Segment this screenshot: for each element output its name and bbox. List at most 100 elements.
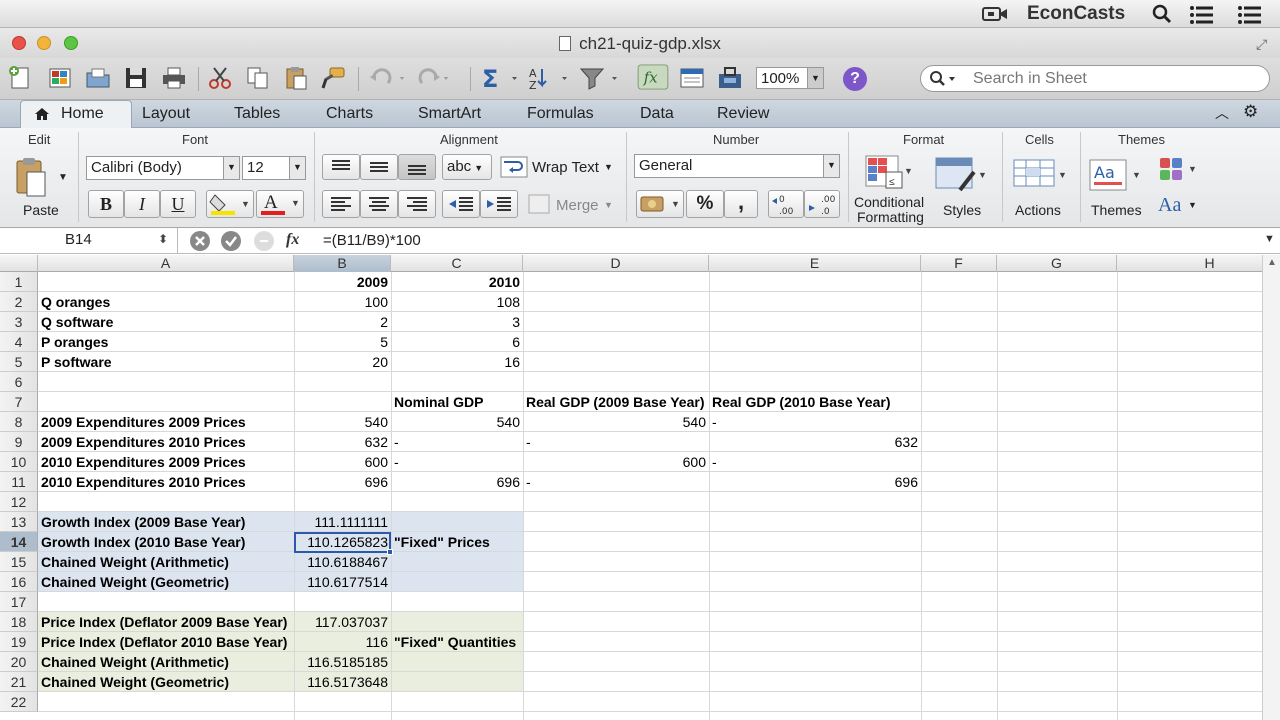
cell-A13[interactable]: Growth Index (2009 Base Year) <box>38 512 294 532</box>
tab-tables[interactable]: Tables <box>234 105 280 123</box>
theme-colors-icon[interactable]: ▼ <box>1158 156 1198 184</box>
accounting-format-button[interactable]: ▼ <box>636 190 684 218</box>
theme-fonts-button[interactable]: Aa <box>1158 194 1181 217</box>
percent-button[interactable]: % <box>686 190 724 218</box>
collapse-ribbon-icon[interactable]: ︿ <box>1215 103 1229 123</box>
tab-data[interactable]: Data <box>640 105 674 123</box>
cell-C5[interactable]: 16 <box>391 352 523 372</box>
column-header[interactable]: E <box>709 255 921 272</box>
cell-C4[interactable]: 6 <box>391 332 523 352</box>
scroll-up-icon[interactable]: ▲ <box>1267 257 1277 268</box>
align-right-button[interactable] <box>398 190 436 218</box>
column-header[interactable]: D <box>523 255 709 272</box>
tab-layout[interactable]: Layout <box>142 105 190 123</box>
wrap-text-icon[interactable] <box>500 156 528 178</box>
cell-B15[interactable]: 110.6188467 <box>294 552 391 572</box>
themes-label[interactable]: Themes <box>1091 202 1142 218</box>
gallery-icon[interactable] <box>678 65 706 91</box>
print-icon[interactable] <box>160 65 188 91</box>
cell-E7[interactable]: Real GDP (2010 Base Year) <box>709 392 921 412</box>
select-all-corner[interactable] <box>0 255 38 272</box>
active-cell-selection[interactable] <box>294 532 393 555</box>
align-bottom-button[interactable] <box>398 154 436 180</box>
wrap-text-button[interactable]: Wrap Text <box>532 159 599 176</box>
conditional-formatting-label-2[interactable]: Formatting <box>857 209 924 225</box>
confirm-formula-icon[interactable] <box>221 231 241 251</box>
cell-E8[interactable]: - <box>709 412 921 432</box>
row-header[interactable]: 21 <box>0 672 38 692</box>
cell-B16[interactable]: 110.6177514 <box>294 572 391 592</box>
increase-indent-button[interactable] <box>480 190 518 218</box>
toolbox-icon[interactable] <box>716 65 744 91</box>
copy-icon[interactable] <box>244 65 272 91</box>
cell-B21[interactable]: 116.5173648 <box>294 672 391 692</box>
chevron-down-icon[interactable]: ▼ <box>604 200 613 210</box>
cell-D9[interactable]: - <box>523 432 709 452</box>
cell-D7[interactable]: Real GDP (2009 Base Year) <box>523 392 709 412</box>
cells-actions-icon[interactable]: ▼ <box>1012 156 1068 196</box>
chevron-down-icon[interactable]: ▼ <box>58 172 68 183</box>
tab-home-label[interactable]: Home <box>61 105 104 123</box>
row-header[interactable]: 16 <box>0 572 38 592</box>
conditional-formatting-icon[interactable]: ≤▼ <box>864 154 912 194</box>
column-header[interactable]: F <box>921 255 997 272</box>
row-header[interactable]: 7 <box>0 392 38 412</box>
cell-B19[interactable]: 116 <box>294 632 391 652</box>
tab-formulas[interactable]: Formulas <box>527 105 594 123</box>
decrease-indent-button[interactable] <box>442 190 480 218</box>
row-header[interactable]: 2 <box>0 292 38 312</box>
redo-icon[interactable] <box>414 65 454 91</box>
paste-icon[interactable] <box>282 65 310 91</box>
cell-A3[interactable]: Q software <box>38 312 294 332</box>
autosum-icon[interactable]: Σ <box>480 65 520 91</box>
cut-icon[interactable] <box>206 65 234 91</box>
cell-B11[interactable]: 696 <box>294 472 391 492</box>
tab-smartart[interactable]: SmartArt <box>418 105 481 123</box>
row-header[interactable]: 17 <box>0 592 38 612</box>
cell-B2[interactable]: 100 <box>294 292 391 312</box>
column-header[interactable]: A <box>38 255 294 272</box>
cell-E11[interactable]: 696 <box>709 472 921 492</box>
cell-A9[interactable]: 2009 Expenditures 2010 Prices <box>38 432 294 452</box>
cell-B9[interactable]: 632 <box>294 432 391 452</box>
align-top-button[interactable] <box>322 154 360 180</box>
spotlight-search-icon[interactable] <box>1152 4 1172 24</box>
actions-label[interactable]: Actions <box>1015 202 1061 218</box>
cell-C10[interactable]: - <box>391 452 523 472</box>
menu-list-icon[interactable] <box>1238 6 1262 24</box>
name-box[interactable]: B14 ⬍ <box>0 228 178 253</box>
search-input[interactable]: Search in Sheet <box>920 65 1270 92</box>
cell-B4[interactable]: 5 <box>294 332 391 352</box>
number-format-select[interactable]: General ▼ <box>634 154 840 178</box>
cell-B13[interactable]: 111.1111111 <box>294 512 391 532</box>
cell-C11[interactable]: 696 <box>391 472 523 492</box>
cell-B20[interactable]: 116.5185185 <box>294 652 391 672</box>
cell-D11[interactable]: - <box>523 472 709 492</box>
format-painter-icon[interactable] <box>320 65 348 91</box>
conditional-formatting-label-1[interactable]: Conditional <box>854 194 924 210</box>
row-header[interactable]: 19 <box>0 632 38 652</box>
cell-D10[interactable]: 600 <box>523 452 709 472</box>
cell-B18[interactable]: 117.037037 <box>294 612 391 632</box>
row-header[interactable]: 14 <box>0 532 38 552</box>
text-orientation-button[interactable]: abc ▼ <box>442 154 492 180</box>
cell-C3[interactable]: 3 <box>391 312 523 332</box>
templates-icon[interactable] <box>46 65 74 91</box>
cell-A8[interactable]: 2009 Expenditures 2009 Prices <box>38 412 294 432</box>
column-header[interactable]: G <box>997 255 1117 272</box>
formula-input[interactable]: =(B11/B9)*100 <box>323 232 421 249</box>
column-header[interactable]: H <box>1117 255 1262 272</box>
align-center-button[interactable] <box>360 190 398 218</box>
tab-review[interactable]: Review <box>717 105 769 123</box>
cell-B3[interactable]: 2 <box>294 312 391 332</box>
row-header[interactable]: 13 <box>0 512 38 532</box>
cell-C9[interactable]: - <box>391 432 523 452</box>
sort-icon[interactable]: AZ <box>526 65 570 91</box>
underline-button[interactable]: U <box>160 190 196 218</box>
row-header[interactable]: 11 <box>0 472 38 492</box>
row-header[interactable]: 1 <box>0 272 38 292</box>
cell-A19[interactable]: Price Index (Deflator 2010 Base Year) <box>38 632 294 652</box>
chevron-down-icon[interactable]: ▼ <box>604 162 613 172</box>
cell-A15[interactable]: Chained Weight (Arithmetic) <box>38 552 294 572</box>
fx-label[interactable]: fx <box>286 231 299 249</box>
